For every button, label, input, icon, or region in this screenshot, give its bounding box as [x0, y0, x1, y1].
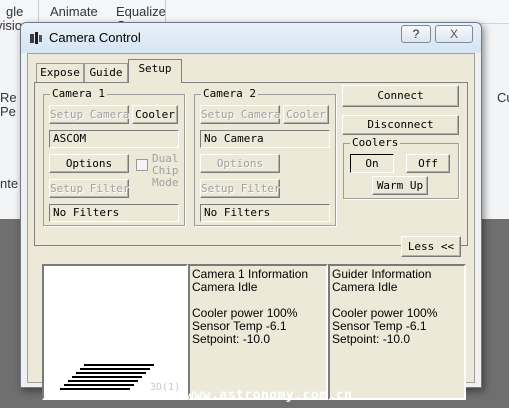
background-ribbon-label: gle [6, 4, 24, 19]
help-button[interactable]: ? [401, 25, 431, 43]
close-button[interactable]: X [435, 25, 473, 43]
camera1-sensor-temp: Sensor Temp -6.1 [192, 319, 287, 333]
camera1-setup-camera-button[interactable]: Setup Camera [49, 105, 129, 124]
camera-control-dialog: Camera Control ? X Expose Guide Setup Ca… [20, 22, 482, 400]
dialog-client-area: Expose Guide Setup Camera 1 Setup Camera… [27, 53, 475, 400]
camera1-filter-field[interactable]: No Filters [49, 204, 179, 222]
preview-label: 3D(1) [150, 382, 181, 393]
camera2-options-button[interactable]: Options [200, 154, 280, 173]
background-separator [165, 0, 166, 24]
warm-up-button[interactable]: Warm Up [372, 176, 428, 195]
guider-status: Camera Idle [332, 280, 398, 294]
tab-expose[interactable]: Expose [36, 63, 84, 83]
coolers-group-title: Coolers [350, 136, 401, 149]
disconnect-button[interactable]: Disconnect [342, 115, 459, 135]
preview-stripe [64, 384, 134, 386]
less-button[interactable]: Less << [401, 236, 461, 257]
cooler-off-button[interactable]: Off [406, 154, 450, 173]
camera2-setup-filter-button[interactable]: Setup Filter [200, 179, 280, 198]
camera1-group: Camera 1 Setup Camera Cooler ASCOM Optio… [43, 87, 185, 226]
preview-stripe [76, 372, 146, 374]
camera1-status: Camera Idle [192, 280, 258, 294]
setup-tab-panel: Camera 1 Setup Camera Cooler ASCOM Optio… [34, 82, 468, 257]
background-ribbon-label: Cu [497, 90, 509, 105]
camera1-name-field[interactable]: ASCOM [49, 130, 179, 148]
background-animate-button[interactable]: Animate [50, 4, 98, 19]
watermark-text: www.astronomy.com.cn [186, 388, 353, 403]
background-ribbon-label: nte [0, 176, 19, 191]
guider-setpoint: Setpoint: -10.0 [332, 332, 411, 346]
camera1-cooler-power: Cooler power 100% [192, 306, 298, 320]
camera1-group-title: Camera 1 [50, 87, 107, 100]
camera2-setup-camera-button[interactable]: Setup Camera [200, 105, 280, 124]
tab-setup[interactable]: Setup [128, 59, 182, 83]
coolers-group: Coolers On Off Warm Up [343, 136, 459, 199]
camera1-info-title: Camera 1 Information [192, 267, 309, 281]
camera1-info-panel: Camera 1 Information Camera Idle Cooler … [188, 264, 328, 400]
camera1-cooler-button[interactable]: Cooler [132, 105, 178, 124]
guider-sensor-temp: Sensor Temp -6.1 [332, 319, 427, 333]
dual-chip-mode-label: Dual Chip Mode [152, 152, 179, 189]
image-preview-panel: 3D(1) [42, 264, 188, 400]
background-ribbon-label: Pe [0, 104, 16, 119]
preview-stripe [84, 364, 154, 366]
camera2-group: Camera 2 Setup Camera Cooler No Camera O… [194, 87, 336, 226]
dialog-titlebar[interactable]: Camera Control ? X [21, 23, 481, 53]
background-separator [38, 0, 39, 24]
dialog-title: Camera Control [49, 30, 141, 45]
camera2-group-title: Camera 2 [201, 87, 258, 100]
guider-info-panel: Guider Information Camera Idle Cooler po… [328, 264, 466, 400]
camera1-setup-filter-button[interactable]: Setup Filter [49, 179, 129, 198]
background-equalize-button[interactable]: Equalize [116, 4, 166, 19]
camera2-filter-field[interactable]: No Filters [200, 204, 330, 222]
preview-stripe [72, 376, 142, 378]
camera2-name-field[interactable]: No Camera [200, 130, 330, 148]
camera1-options-button[interactable]: Options [49, 154, 129, 173]
preview-stripe [80, 368, 150, 370]
preview-stripe [68, 380, 138, 382]
dual-chip-mode-checkbox[interactable] [136, 159, 148, 171]
background-ribbon-label: Re [0, 90, 17, 105]
camera-control-app-icon [30, 32, 42, 44]
guider-cooler-power: Cooler power 100% [332, 306, 438, 320]
guider-info-title: Guider Information [332, 267, 432, 281]
camera2-cooler-button[interactable]: Cooler [283, 105, 329, 124]
cooler-on-button[interactable]: On [350, 154, 394, 173]
camera1-setpoint: Setpoint: -10.0 [192, 332, 271, 346]
preview-stripe [60, 388, 130, 390]
connect-button[interactable]: Connect [342, 85, 459, 107]
tab-guide[interactable]: Guide [84, 63, 128, 83]
